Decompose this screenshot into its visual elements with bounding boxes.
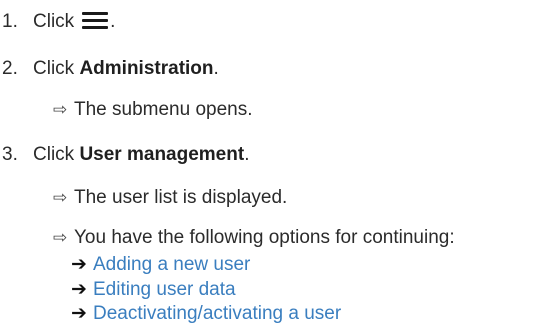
link-adding-new-user[interactable]: Adding a new user [93, 254, 250, 275]
result-arrow-icon: ⇨ [53, 228, 68, 247]
step-2-text: Click Administration. [33, 58, 219, 80]
step-2-target: Administration [79, 58, 214, 79]
result-arrow-icon: ⇨ [53, 188, 68, 207]
step-3-result-2: ⇨ You have the following options for cont… [53, 227, 455, 249]
link-arrow-icon: ➔ [71, 279, 87, 300]
step-3-result-2-text: You have the following options for conti… [74, 227, 455, 248]
link-arrow-icon: ➔ [71, 303, 87, 324]
step-1-prefix: Click [33, 11, 75, 32]
step-3-result-1: ⇨ The user list is displayed. [53, 187, 287, 209]
step-1-suffix: . [110, 11, 116, 32]
step-3-suffix: . [244, 144, 250, 165]
step-1-text: Click. [33, 11, 115, 33]
step-2-result-text: The submenu opens. [74, 99, 253, 120]
step-1-number: 1. [2, 11, 18, 32]
link-arrow-icon: ➔ [71, 254, 87, 275]
step-2-number: 2. [2, 58, 18, 79]
link-editing-user-data[interactable]: Editing user data [93, 279, 236, 300]
step-3-number: 3. [2, 144, 18, 165]
step-2-suffix: . [213, 58, 219, 79]
link-item: ➔ Editing user data [71, 278, 236, 301]
step-3-target: User management [79, 144, 245, 165]
step-3-result-1-text: The user list is displayed. [74, 187, 288, 208]
hamburger-menu-icon [82, 11, 109, 31]
step-2-result: ⇨ The submenu opens. [53, 99, 253, 121]
link-item: ➔ Adding a new user [71, 253, 250, 276]
step-3-text: Click User management. [33, 144, 249, 166]
result-arrow-icon: ⇨ [53, 100, 68, 119]
step-2-prefix: Click [33, 58, 75, 79]
step-3-prefix: Click [33, 144, 75, 165]
link-deactivating-activating-user[interactable]: Deactivating/activating a user [93, 303, 341, 324]
link-item: ➔ Deactivating/activating a user [71, 302, 341, 325]
